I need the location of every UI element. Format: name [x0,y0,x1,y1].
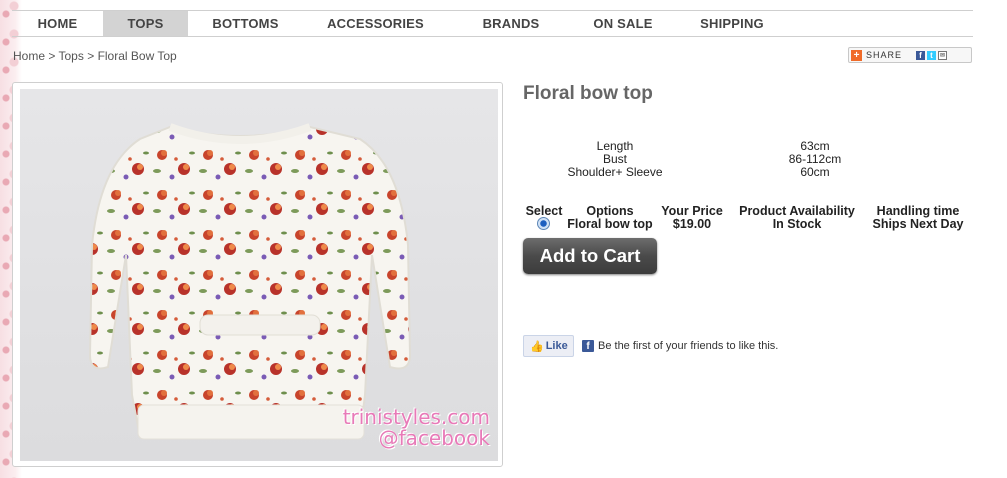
watermark-line-1: trinistyles.com [342,405,490,429]
option-handling: Ships Next Day [872,217,964,231]
watermark: trinistyles.com @facebook [343,407,490,449]
option-name: Floral bow top [567,217,653,231]
thumbs-up-icon: 👍 [530,340,544,353]
email-icon[interactable]: ✉ [938,50,948,60]
spec-label-bust: Bust [602,152,627,166]
header-availability: Product Availability [739,204,855,218]
nav-brands[interactable]: BRANDS [448,11,574,36]
watermark-line-2: @facebook [378,426,490,450]
breadcrumb-separator: > [87,49,95,63]
facebook-like-text: Be the first of your friends to like thi… [598,340,779,352]
nav-bottoms[interactable]: BOTTOMS [188,11,303,36]
addthis-plus-icon: + [851,49,862,61]
nav-tops[interactable]: TOPS [103,11,188,36]
header-options: Options [586,204,634,218]
share-button[interactable]: + SHARE f t ✉ [848,47,972,63]
sweater-illustration [88,123,412,440]
share-label: SHARE [866,50,903,60]
spec-label-shoulder-sleeve: Shoulder+ Sleeve [567,165,663,179]
product-image-frame: trinistyles.com @facebook [12,82,503,467]
header-price: Your Price [661,204,723,218]
breadcrumb-current: Floral Bow Top [97,49,177,63]
nav-accessories[interactable]: ACCESSORIES [303,11,448,36]
spec-value-shoulder-sleeve: 60cm [800,165,830,179]
add-to-cart-button[interactable]: Add to Cart [523,238,657,274]
breadcrumb-tops[interactable]: Tops [59,49,84,63]
facebook-like-button[interactable]: 👍 Like [523,335,574,357]
option-price: $19.00 [672,217,712,231]
main-nav: HOME TOPS BOTTOMS ACCESSORIES BRANDS ON … [12,10,973,37]
option-availability: In Stock [772,217,822,231]
nav-shipping[interactable]: SHIPPING [672,11,792,36]
like-label: Like [545,340,568,352]
breadcrumb-separator: > [48,49,56,63]
nav-home[interactable]: HOME [12,11,103,36]
facebook-icon: f [582,340,594,352]
header-select: Select [525,204,563,218]
breadcrumb: Home > Tops > Floral Bow Top [13,49,177,63]
breadcrumb-home[interactable]: Home [13,49,45,63]
product-photo[interactable]: trinistyles.com @facebook [20,89,498,461]
twitter-icon[interactable]: t [927,50,937,60]
spec-label-length: Length [596,139,634,153]
option-select-radio[interactable] [537,217,550,230]
header-handling: Handling time [876,204,960,218]
spec-value-bust: 86-112cm [788,152,842,166]
spec-value-length: 63cm [800,139,830,153]
nav-on-sale[interactable]: ON SALE [574,11,672,36]
product-title: Floral bow top [523,83,653,104]
facebook-icon[interactable]: f [916,50,926,60]
